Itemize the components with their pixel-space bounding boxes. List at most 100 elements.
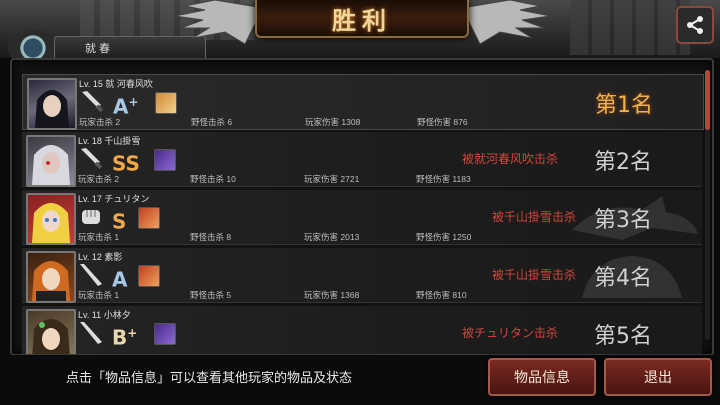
right-wing-icon xyxy=(461,0,550,45)
stat-value: 8 xyxy=(226,232,232,242)
player-avatar xyxy=(26,309,76,354)
monster-kills-stat: 野怪击杀 6 xyxy=(191,116,232,128)
item-slot-icon[interactable] xyxy=(154,149,176,171)
stat-value: 2 xyxy=(114,174,120,184)
player-grade: B+ xyxy=(112,320,137,351)
stat-label: 野怪击杀 xyxy=(191,117,226,127)
grade-plus: + xyxy=(127,326,138,340)
stat-label: 玩家伤害 xyxy=(304,290,339,300)
fist-weapon-icon xyxy=(82,210,100,224)
item-slot-icon[interactable] xyxy=(138,265,160,287)
player-name: 千山掛雪 xyxy=(104,136,141,146)
scrollbar-thumb[interactable] xyxy=(705,70,710,130)
killed-by-text: 被千山掛雪击杀 xyxy=(492,268,577,282)
stat-label: 野怪击杀 xyxy=(190,174,225,184)
stat-label: 野怪伤害 xyxy=(417,117,452,127)
stat-value: 2 xyxy=(115,117,121,127)
stat-label: 野怪伤害 xyxy=(416,232,451,242)
item-slot-icon[interactable] xyxy=(155,92,177,114)
killed-by-text: 被千山掛雪击杀 xyxy=(492,210,577,224)
stat-label: 玩家伤害 xyxy=(304,232,339,242)
monster-kills-stat: 野怪击杀 10 xyxy=(190,173,236,185)
player-level: Lv. 17 xyxy=(78,194,102,204)
stat-value: 1 xyxy=(114,232,120,242)
player-avatar xyxy=(26,193,76,245)
player-avatar xyxy=(26,251,76,303)
scrollbar[interactable] xyxy=(705,70,710,340)
share-icon xyxy=(687,16,703,34)
results-panel[interactable]: Lv. 15 就 河春风吹 A+ 玩家击杀 2 野怪击杀 6 玩家伤害 1308… xyxy=(10,58,714,356)
player-name: 小林夕 xyxy=(103,310,131,320)
player-name: チュリタン xyxy=(104,194,150,204)
exit-button[interactable]: 退出 xyxy=(604,358,712,396)
stat-label: 玩家击杀 xyxy=(78,174,113,184)
stat-value: 876 xyxy=(453,117,468,127)
stat-value: 5 xyxy=(226,290,232,300)
stat-label: 玩家击杀 xyxy=(78,232,113,242)
stat-value: 2013 xyxy=(340,232,360,242)
bat-weapon-icon xyxy=(80,264,102,286)
stat-value: 1250 xyxy=(452,232,472,242)
player-row[interactable]: Lv. 15 就 河春风吹 A+ 玩家击杀 2 野怪击杀 6 玩家伤害 1308… xyxy=(22,74,704,130)
stat-label: 玩家击杀 xyxy=(79,117,114,127)
item-slot-icon[interactable] xyxy=(154,323,176,345)
grade-plus: + xyxy=(128,95,139,109)
stat-value: 1183 xyxy=(452,174,471,184)
hint-text: 点击「物品信息」可以查看其他玩家的物品及状态 xyxy=(66,370,353,385)
player-row[interactable]: Lv. 12 素影 A 玩家击杀 1 野怪击杀 5 玩家伤害 1368 野怪伤害… xyxy=(22,248,702,303)
player-row[interactable]: Lv. 17 チュリタン S 玩家击杀 1 野怪击杀 8 玩家伤害 2013 野… xyxy=(22,190,702,245)
player-plate-name: 就 春 xyxy=(85,43,111,55)
monster-damage-stat: 野怪伤害 810 xyxy=(416,289,467,301)
player-row[interactable]: Lv. 11 小林夕 B+ 被チュリタン击杀 第5名 xyxy=(22,306,702,354)
player-kills-stat: 玩家击杀 1 xyxy=(78,231,119,243)
bat-weapon-icon xyxy=(80,322,102,344)
player-damage-stat: 玩家伤害 2013 xyxy=(304,231,359,243)
player-damage-stat: 玩家伤害 1368 xyxy=(304,289,359,301)
player-level: Lv. 11 xyxy=(78,310,102,320)
monster-damage-stat: 野怪伤害 1183 xyxy=(416,173,471,185)
stat-label: 玩家伤害 xyxy=(304,174,339,184)
share-button[interactable] xyxy=(676,6,714,44)
player-kills-stat: 玩家击杀 2 xyxy=(78,173,119,185)
stat-value: 810 xyxy=(452,290,467,300)
player-level: Lv. 12 xyxy=(78,252,102,262)
victory-title-banner: 胜利 xyxy=(255,0,469,38)
left-wing-icon xyxy=(175,0,264,45)
stat-value: 1368 xyxy=(340,290,360,300)
monster-damage-stat: 野怪伤害 1250 xyxy=(416,231,471,243)
rank-label: 第5名 xyxy=(594,324,652,349)
killed-by-text: 被チュリタン击杀 xyxy=(462,326,559,340)
stat-value: 1308 xyxy=(341,117,361,127)
stat-value: 6 xyxy=(227,117,233,127)
page-title: 胜利 xyxy=(332,5,392,35)
item-slot-icon[interactable] xyxy=(138,207,160,229)
rank-label: 第4名 xyxy=(594,266,652,291)
stat-label: 玩家击杀 xyxy=(78,290,113,300)
stat-label: 野怪击杀 xyxy=(190,290,225,300)
knife-weapon-icon xyxy=(82,91,104,113)
monster-kills-stat: 野怪击杀 5 xyxy=(190,289,231,301)
killed-by-text: 被就河春风吹击杀 xyxy=(462,152,559,166)
monster-kills-stat: 野怪击杀 8 xyxy=(190,231,231,243)
background-building xyxy=(570,0,690,55)
rank-label: 第3名 xyxy=(594,208,652,233)
player-kills-stat: 玩家击杀 2 xyxy=(79,116,120,128)
stat-label: 玩家伤害 xyxy=(305,117,340,127)
player-avatar xyxy=(27,78,77,130)
stat-value: 1 xyxy=(114,290,120,300)
player-avatar xyxy=(26,135,76,187)
player-level: Lv. 18 xyxy=(78,136,102,146)
stat-label: 野怪击杀 xyxy=(190,232,225,242)
player-damage-stat: 玩家伤害 2721 xyxy=(304,173,359,185)
knife-weapon-icon xyxy=(81,148,103,170)
item-info-button[interactable]: 物品信息 xyxy=(488,358,596,396)
monster-damage-stat: 野怪伤害 876 xyxy=(417,116,468,128)
player-name: 素影 xyxy=(104,252,123,262)
stat-value: 2721 xyxy=(340,174,360,184)
stat-value: 10 xyxy=(226,174,236,184)
stat-label: 野怪伤害 xyxy=(416,290,451,300)
rank-label: 第1名 xyxy=(595,93,653,118)
player-name: 就 河春风吹 xyxy=(105,79,153,89)
grade-letter: B xyxy=(112,325,128,350)
player-row[interactable]: Lv. 18 千山掛雪 SS 玩家击杀 2 野怪击杀 10 玩家伤害 2721 … xyxy=(22,132,702,187)
